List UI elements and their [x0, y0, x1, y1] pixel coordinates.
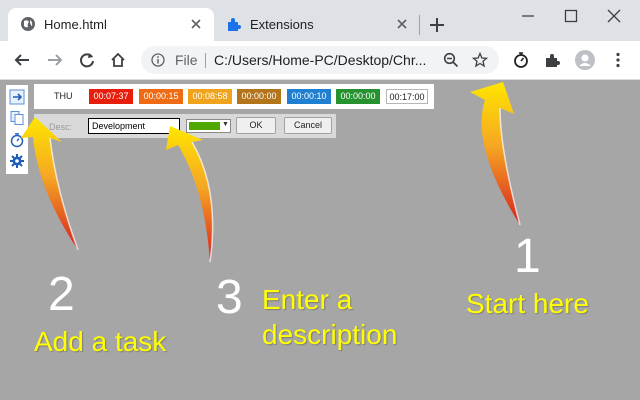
step-label-3-line2: description: [262, 319, 398, 350]
step-label-2: Add a task: [34, 326, 167, 357]
step-number-3: 3: [216, 271, 243, 324]
step-label-3-line1: Enter a: [262, 284, 353, 315]
arrow-to-description: [166, 126, 213, 262]
arrow-to-stopwatch: [470, 82, 520, 225]
step-label-1: Start here: [466, 288, 589, 319]
arrow-to-add-task: [21, 117, 78, 250]
step-number-2: 2: [48, 268, 75, 321]
step-number-1: 1: [514, 230, 541, 283]
